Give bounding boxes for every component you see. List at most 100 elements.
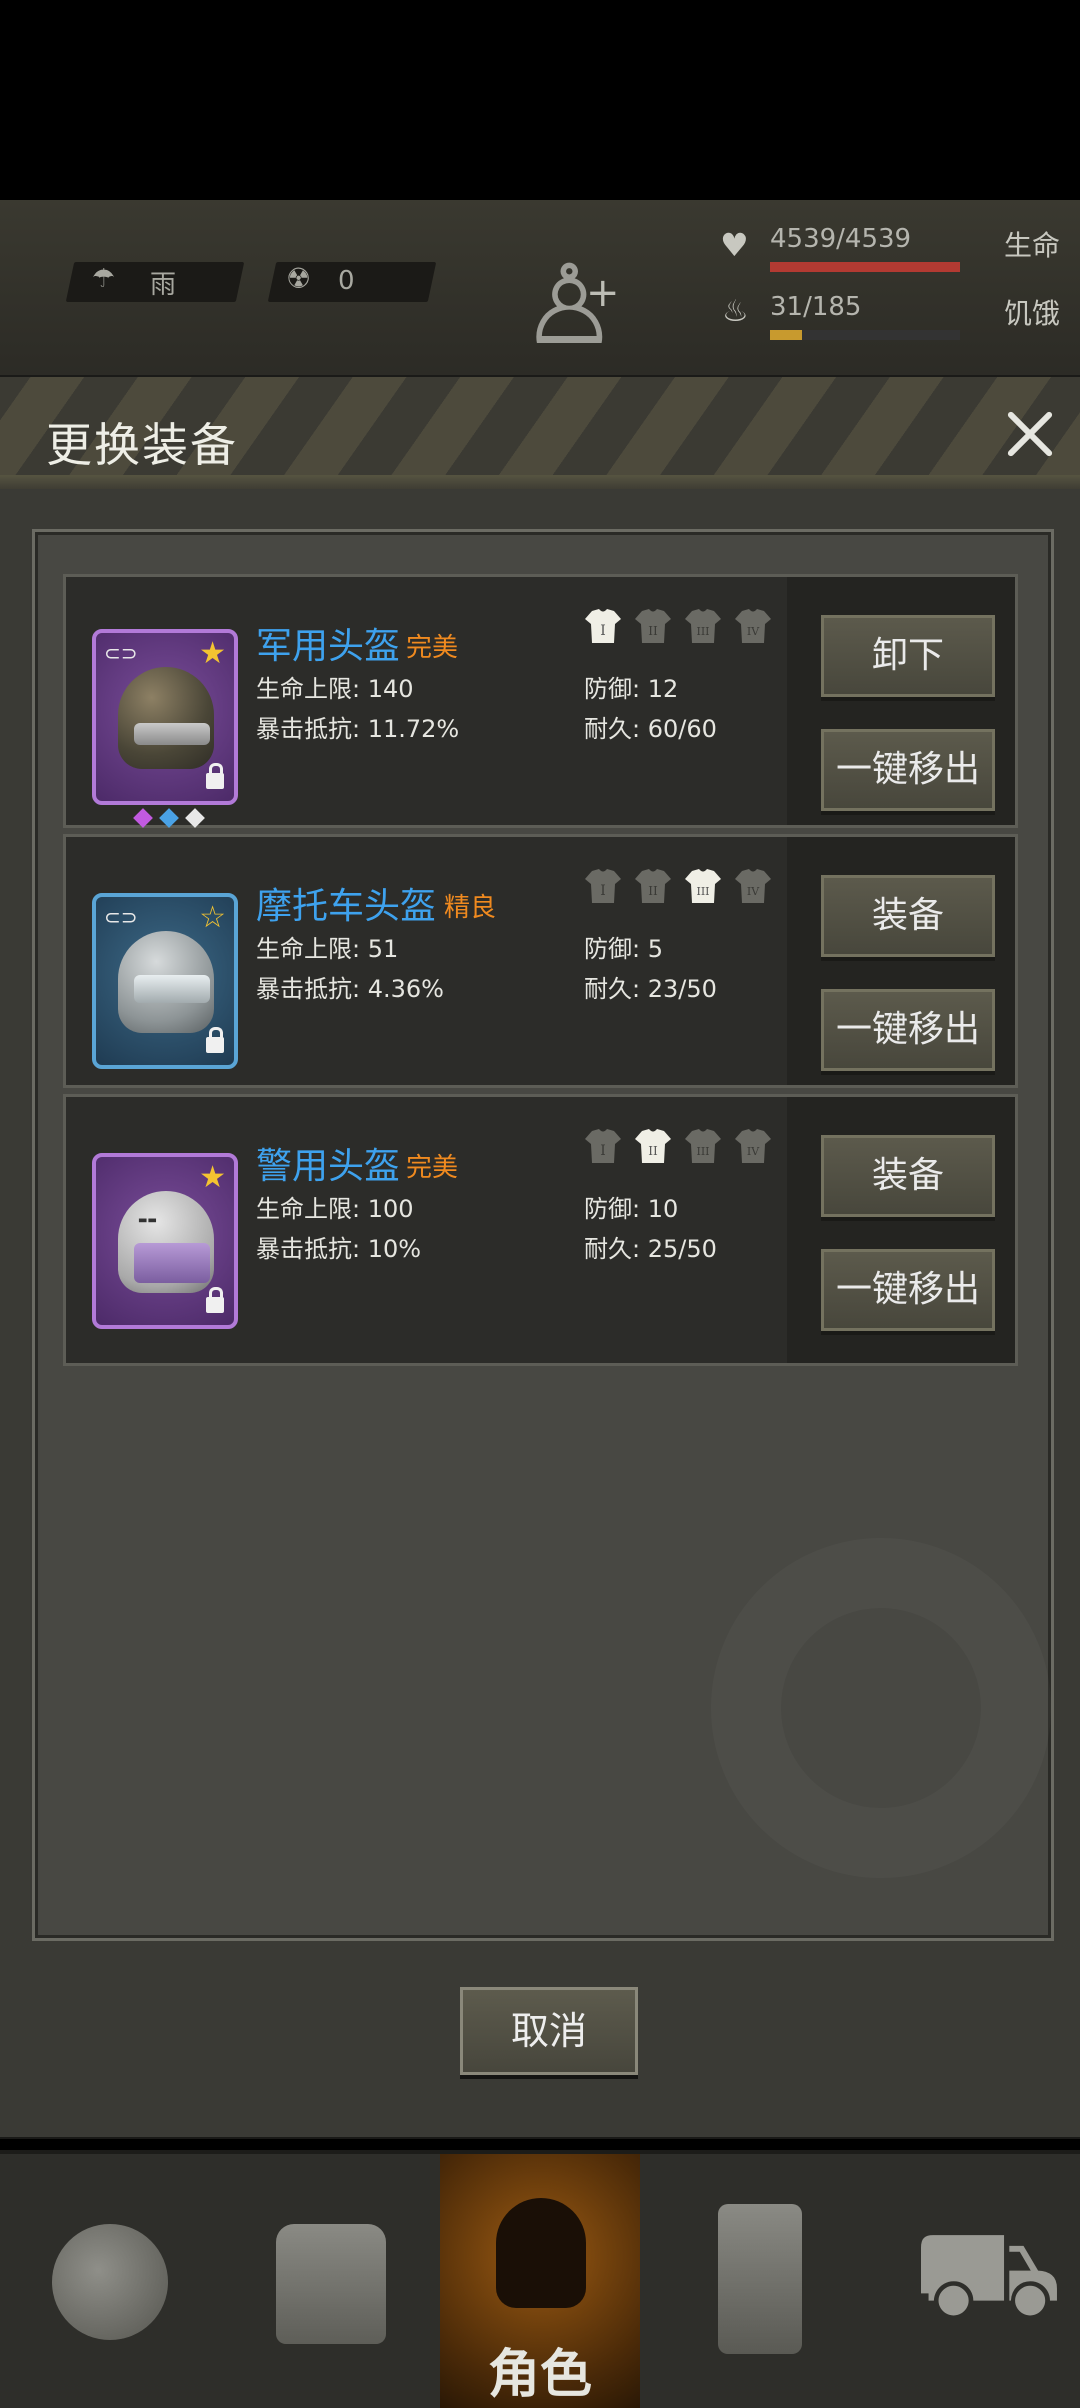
health-stat: ♥ 4539/4539 生命 [710, 224, 1060, 274]
item-durability: 耐久: 60/60 [584, 715, 717, 743]
item-crit-resist: 暴击抵抗: 10% [256, 1235, 422, 1263]
remove-all-button[interactable]: 一键移出 [821, 1249, 995, 1331]
item-durability: 耐久: 25/50 [584, 1235, 717, 1263]
lock-icon [206, 1287, 224, 1313]
shirt-icon-1: I [584, 1127, 622, 1165]
health-bar [770, 262, 960, 272]
weather-label: 雨 [150, 270, 177, 300]
equip-button[interactable]: 装备 [821, 1135, 995, 1217]
svg-text:II: II [648, 624, 658, 638]
svg-text:III: III [696, 625, 709, 638]
svg-text:II: II [648, 884, 658, 898]
remove-all-button[interactable]: 一键移出 [821, 989, 995, 1071]
hunger-bar [770, 330, 802, 340]
shirt-icon-2: II [634, 867, 672, 905]
svg-text:I: I [600, 1143, 606, 1159]
nav-world-map[interactable] [10, 2154, 210, 2408]
outfit-slots: I II III IV [584, 607, 784, 647]
item-durability: 耐久: 23/50 [584, 975, 717, 1003]
character-head-icon [496, 2198, 586, 2308]
svg-text:II: II [648, 1144, 658, 1158]
equipment-list-panel: ⊂⊃ ★ 军用头盔 完美 生命上限: 140 暴击抵抗: 11.72% 防御: … [32, 529, 1054, 1941]
shirt-icon-4: IV [734, 1127, 772, 1165]
backpack-icon [276, 2224, 386, 2344]
hunger-stat: ♨ 31/185 饥饿 [710, 292, 1060, 342]
list-item[interactable]: ★ ▬▬ 警用头盔 完美 生命上限: 100 暴击抵抗: 10% 防御: 10 … [63, 1094, 1018, 1366]
link-icon: ⊂⊃ [104, 905, 138, 929]
item-hp: 生命上限: 51 [256, 935, 399, 963]
bottom-nav: 角色 ⛟ [0, 2150, 1080, 2408]
lock-icon [206, 1027, 224, 1053]
item-quality: 完美 [406, 1153, 459, 1183]
svg-text:I: I [600, 883, 606, 899]
shirt-icon-2: II [634, 1127, 672, 1165]
item-hp: 生命上限: 140 [256, 675, 414, 703]
nav-character-label: 角色 [487, 2345, 592, 2405]
svg-text:IV: IV [747, 1145, 760, 1158]
status-hud: ☂ 雨 ☢ 0 ♙ + ♥ 4539/4539 生命 ♨ 31/185 饥饿 [0, 200, 1080, 400]
svg-text:III: III [696, 1145, 709, 1158]
item-name: 警用头盔 [256, 1146, 401, 1187]
item-defense: 防御: 10 [584, 1195, 679, 1223]
health-value: 4539/4539 [770, 224, 912, 254]
remove-all-button[interactable]: 一键移出 [821, 729, 995, 811]
change-equipment-modal: 更换装备 ⊂⊃ ★ 军用头盔 完美 生命上限: 140 暴击抵抗: 11.72%… [0, 375, 1080, 2139]
item-crit-resist: 暴击抵抗: 4.36% [256, 975, 444, 1003]
item-name: 军用头盔 [256, 626, 401, 667]
nav-backpack[interactable] [226, 2154, 426, 2408]
cancel-button[interactable]: 取消 [460, 1987, 638, 2075]
star-icon: ★ [199, 636, 226, 671]
item-defense: 防御: 5 [584, 935, 663, 963]
shirt-icon-4: IV [734, 607, 772, 645]
stomach-icon: ♨ [722, 294, 749, 329]
shopping-cart-icon: ⛟ [912, 2204, 1063, 2343]
equip-button[interactable]: 装备 [821, 875, 995, 957]
heart-icon: ♥ [720, 226, 749, 264]
gem-slots [133, 808, 206, 831]
modal-title: 更换装备 [46, 418, 238, 472]
svg-text:III: III [696, 885, 709, 898]
rain-icon: ☂ [92, 264, 116, 294]
radio-icon [718, 2204, 802, 2354]
list-item[interactable]: ⊂⊃ ☆ 摩托车头盔 精良 生命上限: 51 暴击抵抗: 4.36% 防御: 5… [63, 834, 1018, 1088]
equipment-list: ⊂⊃ ★ 军用头盔 完美 生命上限: 140 暴击抵抗: 11.72% 防御: … [63, 574, 1018, 1372]
radiation-value: 0 [338, 266, 355, 296]
motorcycle-helmet-icon[interactable]: ⊂⊃ ☆ [92, 893, 238, 1069]
hunger-value: 31/185 [770, 292, 862, 322]
hunger-label: 饥饿 [1003, 297, 1060, 330]
radiation-watermark-icon [711, 1538, 1051, 1878]
globe-icon [52, 2224, 168, 2340]
item-name: 摩托车头盔 [256, 886, 437, 927]
item-quality: 精良 [444, 893, 497, 923]
outfit-slots: I II III IV [584, 867, 784, 907]
unequip-button[interactable]: 卸下 [821, 615, 995, 697]
health-label: 生命 [1003, 229, 1060, 262]
svg-text:IV: IV [747, 885, 760, 898]
shirt-icon-4: IV [734, 867, 772, 905]
star-icon: ★ [199, 1160, 226, 1195]
svg-text:IV: IV [747, 625, 760, 638]
modal-header: 更换装备 [0, 377, 1080, 489]
close-icon[interactable] [996, 401, 1062, 467]
nav-radio[interactable] [660, 2154, 860, 2408]
item-hp: 生命上限: 100 [256, 1195, 414, 1223]
shirt-icon-2: II [634, 607, 672, 645]
police-helmet-icon[interactable]: ★ ▬▬ [92, 1153, 238, 1329]
shirt-icon-3: III [684, 1127, 722, 1165]
radiation-icon: ☢ [286, 262, 312, 295]
list-item[interactable]: ⊂⊃ ★ 军用头盔 完美 生命上限: 140 暴击抵抗: 11.72% 防御: … [63, 574, 1018, 828]
item-crit-resist: 暴击抵抗: 11.72% [256, 715, 460, 743]
item-defense: 防御: 12 [584, 675, 679, 703]
link-icon: ⊂⊃ [104, 641, 138, 665]
star-outline-icon: ☆ [199, 900, 226, 935]
shirt-icon-1: I [584, 607, 622, 645]
military-helmet-icon[interactable]: ⊂⊃ ★ [92, 629, 238, 828]
police-badge-text-icon: ▬▬ [138, 1215, 157, 1226]
nav-character[interactable]: 角色 [440, 2154, 640, 2408]
nav-shop[interactable]: ⛟ [872, 2154, 1072, 2408]
outfit-slots: I II III IV [584, 1127, 784, 1167]
shirt-icon-3: III [684, 607, 722, 645]
lock-icon [206, 763, 224, 789]
heal-plus-icon: + [586, 270, 620, 316]
shirt-icon-1: I [584, 867, 622, 905]
